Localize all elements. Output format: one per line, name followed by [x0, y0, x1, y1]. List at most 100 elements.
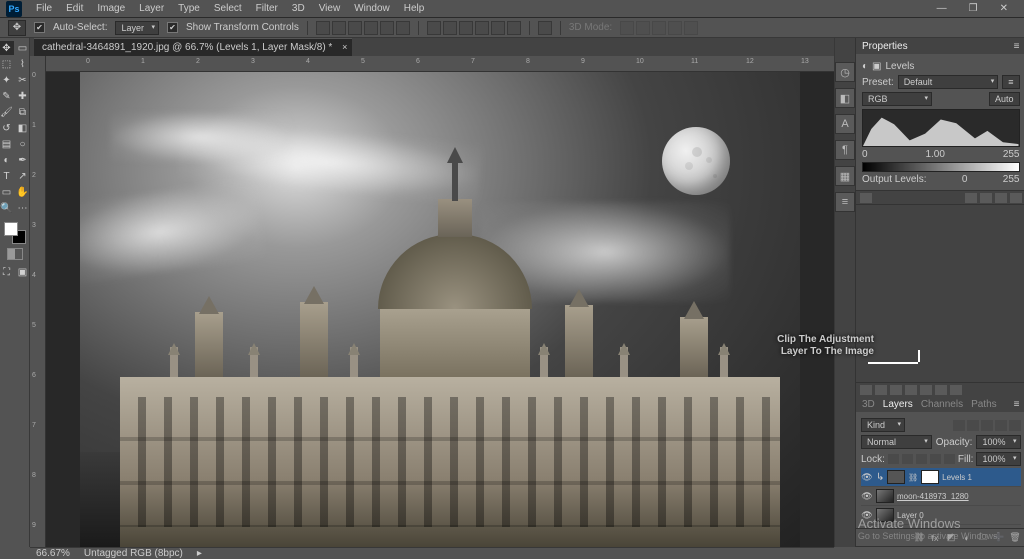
- lock-all-icon[interactable]: [944, 454, 955, 464]
- delete-adj-icon[interactable]: [1010, 193, 1022, 203]
- output-gradient[interactable]: [862, 162, 1020, 172]
- in-white-value[interactable]: 255: [1003, 149, 1020, 160]
- menu-image[interactable]: Image: [91, 1, 131, 16]
- align-top-icon[interactable]: [316, 21, 330, 35]
- filter-shape-icon[interactable]: [995, 420, 1007, 431]
- out-white-value[interactable]: 255: [1003, 174, 1020, 185]
- delete-layer-icon[interactable]: 🗑: [1009, 532, 1022, 543]
- dodge-tool[interactable]: ◐: [0, 153, 14, 167]
- filter-adj-icon[interactable]: [967, 420, 979, 431]
- menu-edit[interactable]: Edit: [60, 1, 89, 16]
- quick-select-tool[interactable]: ✦: [0, 73, 14, 87]
- canvas-viewport[interactable]: [46, 72, 834, 547]
- document-tab[interactable]: cathedral-3464891_1920.jpg @ 66.7% (Leve…: [34, 38, 352, 56]
- show-transform-checkbox[interactable]: ✔: [167, 22, 178, 33]
- quick-mask-toggle[interactable]: [7, 248, 23, 260]
- layer-name[interactable]: moon-418973_1280: [897, 492, 1021, 501]
- align-right-icon[interactable]: [396, 21, 410, 35]
- mask-link-icon[interactable]: ⛓: [908, 473, 918, 482]
- dist-1-icon[interactable]: [427, 21, 441, 35]
- history-panel-icon[interactable]: ◷: [835, 62, 855, 82]
- zoom-level[interactable]: 66.67%: [36, 548, 70, 559]
- actions-panel-icon[interactable]: ≡: [835, 192, 855, 212]
- status-caret-icon[interactable]: ▸: [197, 548, 202, 559]
- more-tools[interactable]: ⋯: [16, 201, 30, 215]
- character-panel-icon[interactable]: A: [835, 114, 855, 134]
- history-brush-tool[interactable]: ↺: [0, 121, 14, 135]
- layer-name[interactable]: Levels 1: [942, 473, 1020, 482]
- color-swatches[interactable]: [4, 222, 26, 244]
- opacity-input[interactable]: 100%: [976, 435, 1020, 449]
- curves-icon[interactable]: [890, 385, 902, 395]
- auto-button[interactable]: Auto: [989, 92, 1020, 106]
- marquee-tool[interactable]: ⬚: [0, 57, 14, 71]
- brush-tool[interactable]: 🖌: [0, 105, 14, 119]
- tab-paths[interactable]: Paths: [971, 399, 997, 410]
- dist-2-icon[interactable]: [443, 21, 457, 35]
- screen-mode-icon[interactable]: ⛶: [0, 265, 14, 279]
- menu-view[interactable]: View: [313, 1, 347, 16]
- move-tool-indicator-icon[interactable]: ✥: [8, 20, 26, 36]
- menu-3d[interactable]: 3D: [286, 1, 311, 16]
- move-tool[interactable]: ✥: [0, 41, 14, 55]
- menu-file[interactable]: File: [30, 1, 58, 16]
- tab-channels[interactable]: Channels: [921, 399, 963, 410]
- fill-input[interactable]: 100%: [976, 452, 1020, 466]
- align-bottom-icon[interactable]: [348, 21, 362, 35]
- filter-type-icon[interactable]: [981, 420, 993, 431]
- zoom-tool[interactable]: 🔍: [0, 201, 14, 215]
- tab-3d[interactable]: 3D: [862, 399, 875, 410]
- preset-menu-icon[interactable]: ≡: [1002, 75, 1019, 89]
- stamp-tool[interactable]: ⧉: [16, 105, 30, 119]
- dist-5-icon[interactable]: [491, 21, 505, 35]
- dist-4-icon[interactable]: [475, 21, 489, 35]
- preset-dropdown[interactable]: Default: [898, 75, 999, 89]
- blend-mode-dropdown[interactable]: Normal: [861, 435, 932, 449]
- align-hcenter-icon[interactable]: [380, 21, 394, 35]
- panel-menu-icon[interactable]: ≡: [1014, 41, 1020, 52]
- toggle-vis-icon[interactable]: [995, 193, 1007, 203]
- auto-select-dropdown[interactable]: Layer: [115, 21, 159, 35]
- menu-filter[interactable]: Filter: [250, 1, 284, 16]
- swatches-panel-icon[interactable]: ▦: [835, 166, 855, 186]
- visibility-toggle-icon[interactable]: 👁: [861, 472, 873, 482]
- lock-artboard-icon[interactable]: [930, 454, 941, 464]
- ruler-horizontal[interactable]: 0 1 2 3 4 5 6 7 8 9 10 11 12 13: [46, 56, 834, 72]
- filter-pixel-icon[interactable]: [953, 420, 965, 431]
- eyedropper-tool[interactable]: ✎: [0, 89, 14, 103]
- filter-smart-icon[interactable]: [1009, 420, 1021, 431]
- lock-position-icon[interactable]: [916, 454, 927, 464]
- in-mid-value[interactable]: 1.00: [925, 149, 944, 160]
- document-canvas[interactable]: [80, 72, 800, 547]
- window-restore-icon[interactable]: ❐: [963, 1, 984, 16]
- levels-mini-icon[interactable]: [875, 385, 887, 395]
- vibrance-icon[interactable]: [920, 385, 932, 395]
- menu-help[interactable]: Help: [398, 1, 431, 16]
- blur-tool[interactable]: ○: [16, 137, 30, 151]
- layers-menu-icon[interactable]: ≡: [1014, 399, 1020, 410]
- color-panel-icon[interactable]: ◧: [835, 88, 855, 108]
- dist-3-icon[interactable]: [459, 21, 473, 35]
- document-info[interactable]: Untagged RGB (8bpc): [84, 548, 183, 559]
- menu-layer[interactable]: Layer: [133, 1, 170, 16]
- foreground-swatch[interactable]: [4, 222, 18, 236]
- menu-select[interactable]: Select: [208, 1, 248, 16]
- screen-mode-2-icon[interactable]: ▣: [16, 265, 30, 279]
- clip-to-layer-icon[interactable]: [860, 193, 872, 203]
- hue-icon[interactable]: [935, 385, 947, 395]
- filter-kind-dropdown[interactable]: Kind: [861, 418, 905, 432]
- layer-row-levels[interactable]: 👁 ↳ ⛓ Levels 1: [861, 468, 1021, 487]
- bw-icon[interactable]: [950, 385, 962, 395]
- in-black-value[interactable]: 0: [862, 149, 868, 160]
- dist-6-icon[interactable]: [507, 21, 521, 35]
- visibility-toggle-icon[interactable]: 👁: [861, 491, 873, 501]
- pen-tool[interactable]: ✒: [16, 153, 30, 167]
- lock-transparency-icon[interactable]: [888, 454, 899, 464]
- prev-state-icon[interactable]: [965, 193, 977, 203]
- lasso-tool[interactable]: ⌇: [16, 57, 30, 71]
- align-vcenter-icon[interactable]: [332, 21, 346, 35]
- window-minimize-icon[interactable]: —: [931, 1, 953, 16]
- reset-icon[interactable]: [980, 193, 992, 203]
- brightness-icon[interactable]: [860, 385, 872, 395]
- menu-window[interactable]: Window: [348, 1, 396, 16]
